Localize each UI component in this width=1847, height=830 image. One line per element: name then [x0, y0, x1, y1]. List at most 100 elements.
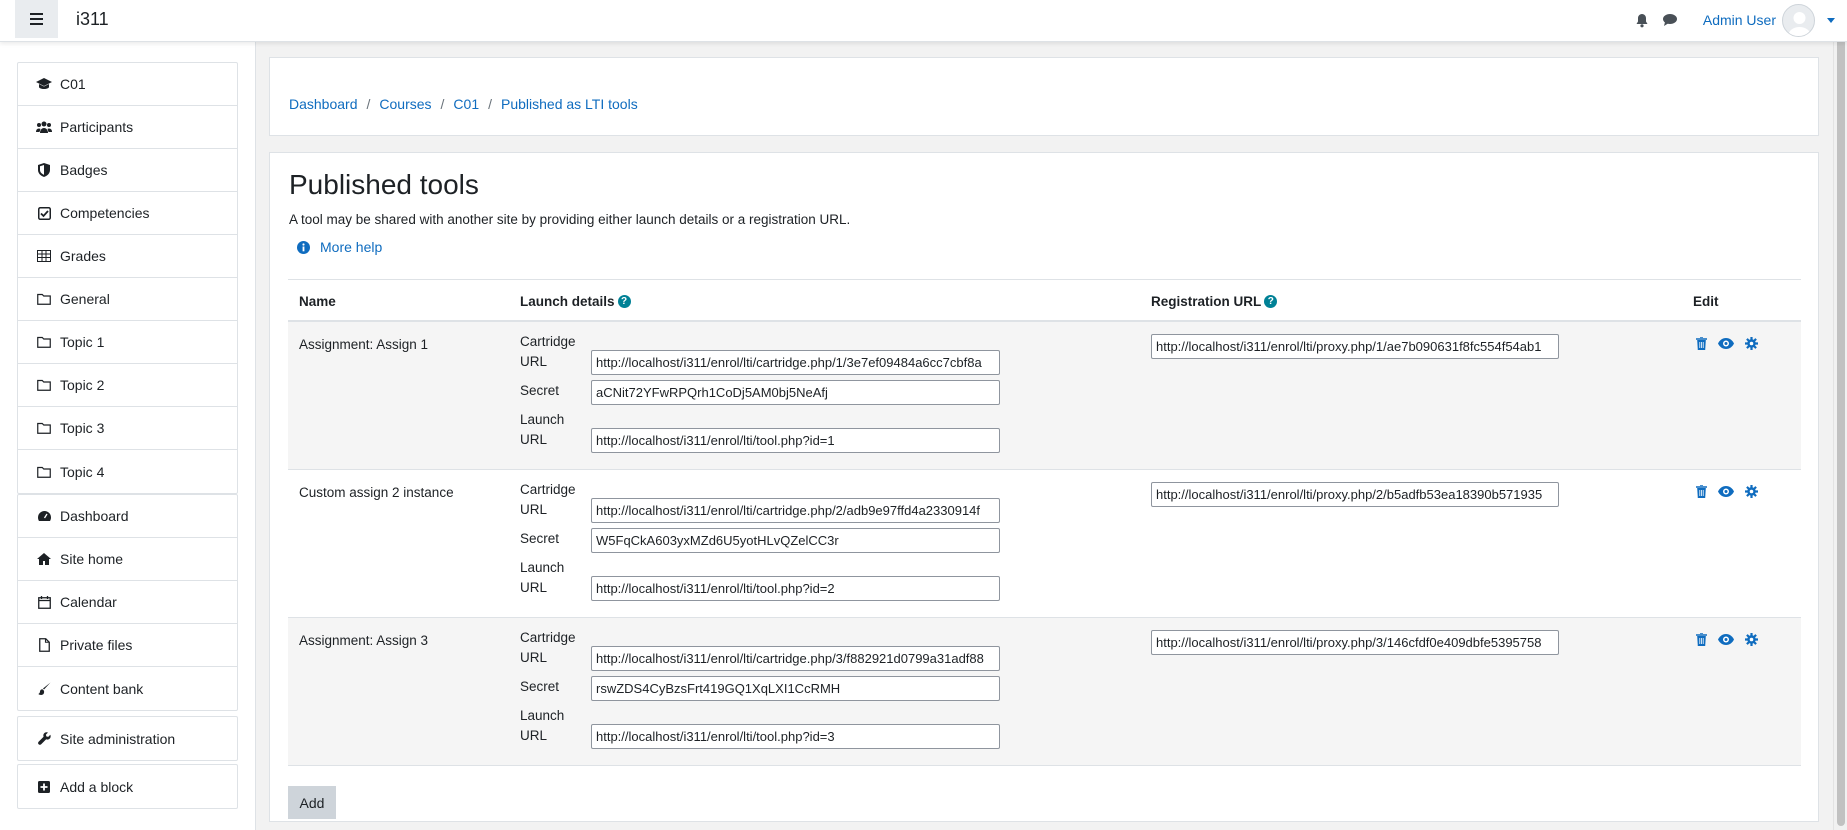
- nav-item-label: Topic 4: [60, 463, 105, 480]
- folder-icon: [36, 377, 52, 393]
- nav-item-badges[interactable]: Badges: [18, 149, 237, 192]
- add-block-button[interactable]: Add a block: [18, 765, 237, 808]
- nav-item-label: General: [60, 291, 110, 307]
- launch-url-label: Launch URL: [520, 708, 565, 743]
- users-icon: [36, 119, 52, 135]
- eye-icon[interactable]: [1718, 335, 1734, 351]
- header-registration-url: Registration URL: [1151, 294, 1262, 309]
- tool-name: Assignment: Assign 3: [299, 633, 429, 648]
- nav-item-label: Dashboard: [60, 508, 129, 524]
- nav-item-competencies[interactable]: Competencies: [18, 192, 237, 235]
- help-icon[interactable]: ?: [617, 295, 631, 308]
- breadcrumb-dashboard[interactable]: Dashboard: [289, 96, 358, 112]
- nav-item-course[interactable]: C01: [18, 63, 237, 106]
- tool-name: Custom assign 2 instance: [299, 485, 454, 500]
- scrollbar-thumb[interactable]: [1837, 2, 1845, 826]
- nav-item-content-bank[interactable]: Content bank: [18, 667, 237, 710]
- folder-icon: [36, 291, 52, 307]
- nav-item-label: Topic 1: [60, 334, 105, 350]
- nav-item-participants[interactable]: Participants: [18, 106, 237, 149]
- intro-text: A tool may be shared with another site b…: [289, 212, 851, 227]
- nav-item-dashboard[interactable]: Dashboard: [18, 495, 237, 538]
- breadcrumb-courses[interactable]: Courses: [379, 96, 431, 112]
- nav-item-label: Badges: [60, 162, 108, 178]
- eye-icon[interactable]: [1718, 483, 1734, 499]
- page-scrollbar[interactable]: [1833, 0, 1847, 830]
- nav-item-topic-2[interactable]: Topic 2: [18, 364, 237, 407]
- launch-url-field[interactable]: http://localhost/i311/enrol/lti/tool.php…: [591, 576, 1000, 601]
- shield-icon: [36, 162, 52, 178]
- nav-item-topic-1[interactable]: Topic 1: [18, 321, 237, 364]
- nav-item-site-home[interactable]: Site home: [18, 538, 237, 581]
- avatar[interactable]: [1782, 3, 1815, 37]
- cartridge-url-field[interactable]: http://localhost/i311/enrol/lti/cartridg…: [591, 646, 1000, 671]
- header-edit: Edit: [1693, 294, 1719, 309]
- add-button[interactable]: Add: [288, 786, 336, 819]
- gear-icon[interactable]: [1743, 335, 1759, 351]
- nav-item-label: Grades: [60, 248, 106, 264]
- nav-item-label: Content bank: [60, 680, 144, 697]
- secret-label: Secret: [520, 531, 560, 546]
- chat-icon[interactable]: [1657, 7, 1683, 33]
- nav-item-private-files[interactable]: Private files: [18, 624, 237, 667]
- user-menu-name[interactable]: Admin User: [1703, 12, 1776, 28]
- plus-square-icon: [36, 779, 52, 795]
- secret-field[interactable]: W5FqCkA603yxMZd6U5yotHLvQZelCC3r: [591, 528, 1000, 553]
- table-row: Custom assign 2 instance Cartridge URL ht…: [288, 470, 1801, 618]
- breadcrumb-course[interactable]: C01: [453, 96, 479, 112]
- cartridge-url-label: Cartridge URL: [520, 482, 576, 517]
- nav-item-general[interactable]: General: [18, 278, 237, 321]
- header-launch-details: Launch details: [520, 294, 615, 309]
- table-icon: [36, 248, 52, 264]
- page-title: Published tools: [289, 169, 479, 200]
- main-content: Published tools A tool may be shared wit…: [269, 152, 1819, 822]
- nav-item-label: Site administration: [60, 730, 176, 747]
- cartridge-url-field[interactable]: http://localhost/i311/enrol/lti/cartridg…: [591, 498, 1000, 523]
- registration-url-field[interactable]: http://localhost/i311/enrol/lti/proxy.ph…: [1151, 630, 1559, 655]
- nav-item-topic-4[interactable]: Topic 4: [18, 450, 237, 493]
- nav-item-grades[interactable]: Grades: [18, 235, 237, 278]
- site-name[interactable]: i311: [76, 9, 109, 30]
- nav-item-site-administration[interactable]: Site administration: [18, 717, 237, 760]
- wrench-icon: [36, 731, 52, 747]
- registration-url-field[interactable]: http://localhost/i311/enrol/lti/proxy.ph…: [1151, 334, 1559, 359]
- folder-icon: [36, 334, 52, 350]
- page-header: Dashboard / Courses / C01 / Published as…: [269, 57, 1819, 136]
- course-nav-group: C01 Participants Badges Competencies Gra…: [17, 62, 238, 494]
- gear-icon[interactable]: [1743, 483, 1759, 499]
- breadcrumb-current[interactable]: Published as LTI tools: [501, 96, 638, 112]
- nav-item-label: Calendar: [60, 594, 117, 610]
- home-icon: [36, 551, 52, 567]
- nav-item-topic-3[interactable]: Topic 3: [18, 407, 237, 450]
- trash-icon[interactable]: [1693, 335, 1709, 351]
- secret-field[interactable]: rswZDS4CyBzsFrt419GQ1XqLXI1CcRMH: [591, 676, 1000, 701]
- chevron-down-icon[interactable]: [1827, 17, 1835, 23]
- gear-icon[interactable]: [1743, 631, 1759, 647]
- help-icon[interactable]: ?: [1264, 295, 1278, 308]
- table-header: Name Launch details? Registration URL? E…: [288, 279, 1801, 322]
- info-icon: [297, 240, 310, 254]
- hamburger-menu-button[interactable]: [15, 0, 58, 38]
- eye-icon[interactable]: [1718, 631, 1734, 647]
- launch-url-label: Launch URL: [520, 560, 565, 595]
- block-nav-group: Add a block: [17, 764, 238, 809]
- header-name: Name: [299, 294, 336, 309]
- calendar-icon: [36, 594, 52, 610]
- registration-url-field[interactable]: http://localhost/i311/enrol/lti/proxy.ph…: [1151, 482, 1559, 507]
- bell-icon[interactable]: [1629, 7, 1655, 33]
- secret-field[interactable]: aCNit72YFwRPQrh1CoDj5AM0bj5NeAfj: [591, 380, 1000, 405]
- trash-icon[interactable]: [1693, 483, 1709, 499]
- launch-url-field[interactable]: http://localhost/i311/enrol/lti/tool.php…: [591, 724, 1000, 749]
- file-icon: [36, 637, 52, 653]
- more-help-label: More help: [320, 239, 383, 255]
- edit-actions: [1693, 335, 1768, 351]
- launch-url-field[interactable]: http://localhost/i311/enrol/lti/tool.php…: [591, 428, 1000, 453]
- nav-item-calendar[interactable]: Calendar: [18, 581, 237, 624]
- secret-label: Secret: [520, 383, 560, 398]
- table-row: Assignment: Assign 3 Cartridge URL http:/…: [288, 618, 1801, 766]
- cartridge-url-field[interactable]: http://localhost/i311/enrol/lti/cartridg…: [591, 350, 1000, 375]
- more-help-link[interactable]: More help: [297, 239, 382, 255]
- edit-actions: [1693, 631, 1768, 647]
- trash-icon[interactable]: [1693, 631, 1709, 647]
- nav-item-label: Site home: [60, 551, 124, 567]
